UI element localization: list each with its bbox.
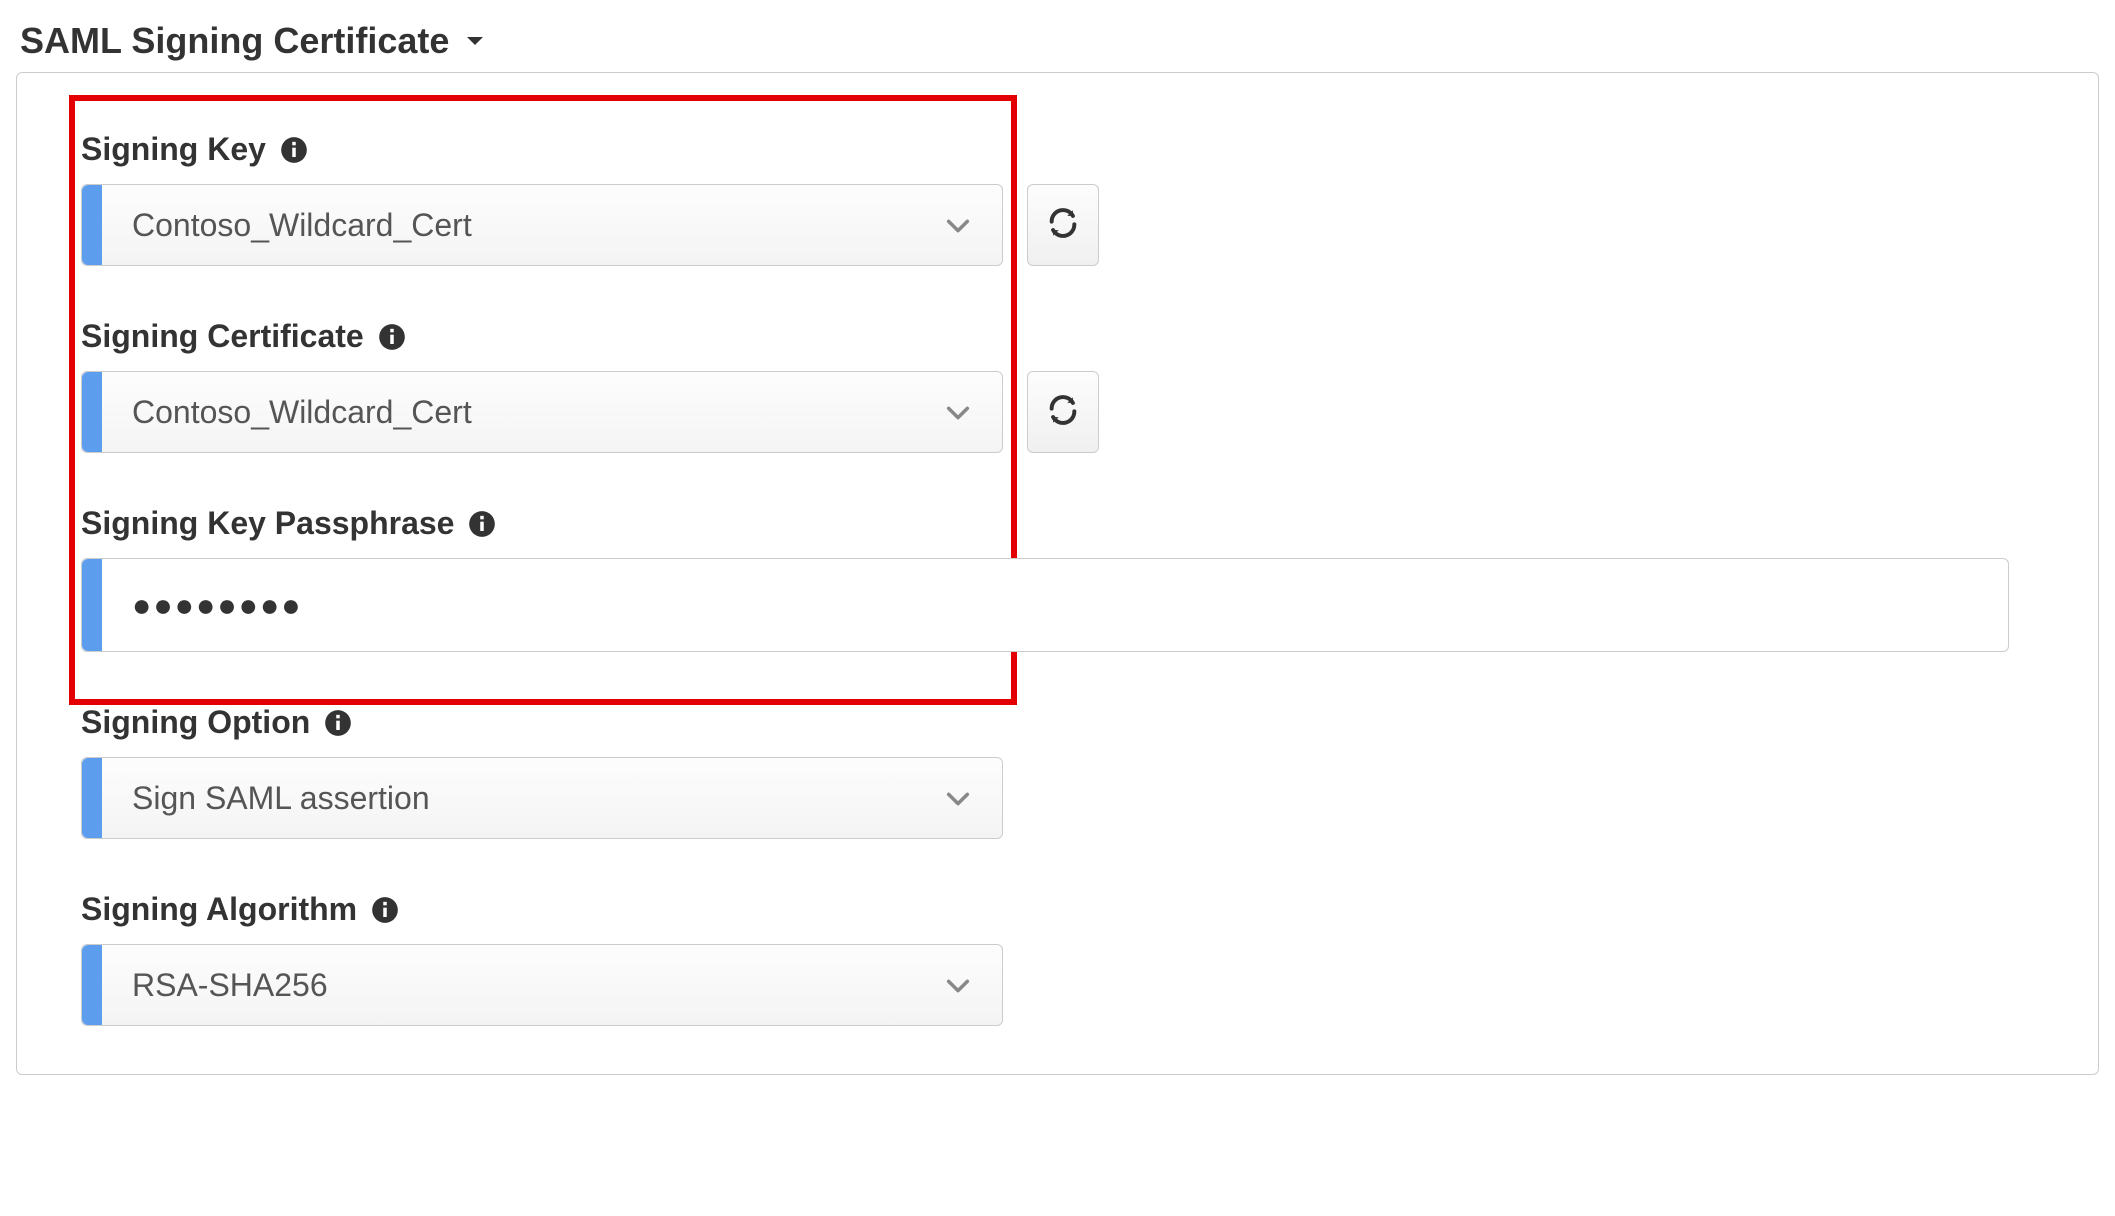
blue-indicator — [82, 758, 102, 838]
select-signing-algorithm[interactable]: RSA-SHA256 — [81, 944, 1003, 1026]
refresh-signing-certificate-button[interactable] — [1027, 371, 1099, 453]
select-value-signing-certificate: Contoso_Wildcard_Cert — [132, 394, 472, 431]
info-icon[interactable] — [378, 323, 406, 351]
chevron-down-icon — [944, 971, 972, 999]
caret-down-icon — [463, 20, 487, 62]
input-signing-key-passphrase[interactable]: ●●●●●●●● — [81, 558, 2009, 652]
field-signing-certificate: Signing Certificate Contoso_Wildcard_Cer… — [81, 318, 2046, 453]
info-icon[interactable] — [468, 510, 496, 538]
label-signing-option: Signing Option — [81, 704, 2046, 741]
info-icon[interactable] — [371, 896, 399, 924]
select-signing-key[interactable]: Contoso_Wildcard_Cert — [81, 184, 1003, 266]
info-icon[interactable] — [280, 136, 308, 164]
field-signing-algorithm: Signing Algorithm RSA-SHA256 — [81, 891, 2046, 1026]
label-text-signing-certificate: Signing Certificate — [81, 318, 364, 355]
chevron-down-icon — [944, 784, 972, 812]
field-signing-key: Signing Key Contoso_Wildcard_Cert — [81, 131, 2046, 266]
blue-indicator — [82, 945, 102, 1025]
refresh-icon — [1046, 393, 1080, 432]
section-header[interactable]: SAML Signing Certificate — [16, 20, 2099, 62]
label-text-signing-key: Signing Key — [81, 131, 266, 168]
label-text-signing-option: Signing Option — [81, 704, 310, 741]
section-panel: Signing Key Contoso_Wildcard_Cert — [16, 72, 2099, 1075]
blue-indicator — [82, 559, 102, 651]
blue-indicator — [82, 372, 102, 452]
blue-indicator — [82, 185, 102, 265]
refresh-icon — [1046, 206, 1080, 245]
field-signing-option: Signing Option Sign SAML assertion — [81, 704, 2046, 839]
select-value-signing-option: Sign SAML assertion — [132, 780, 430, 817]
label-signing-algorithm: Signing Algorithm — [81, 891, 2046, 928]
select-value-signing-key: Contoso_Wildcard_Cert — [132, 207, 472, 244]
section-title: SAML Signing Certificate — [20, 20, 449, 62]
label-text-signing-key-passphrase: Signing Key Passphrase — [81, 505, 454, 542]
refresh-signing-key-button[interactable] — [1027, 184, 1099, 266]
field-signing-key-passphrase: Signing Key Passphrase ●●●●●●●● — [81, 505, 2046, 652]
chevron-down-icon — [944, 211, 972, 239]
select-signing-certificate[interactable]: Contoso_Wildcard_Cert — [81, 371, 1003, 453]
input-value-signing-key-passphrase: ●●●●●●●● — [132, 587, 303, 624]
label-text-signing-algorithm: Signing Algorithm — [81, 891, 357, 928]
select-signing-option[interactable]: Sign SAML assertion — [81, 757, 1003, 839]
label-signing-key: Signing Key — [81, 131, 2046, 168]
info-icon[interactable] — [324, 709, 352, 737]
chevron-down-icon — [944, 398, 972, 426]
label-signing-key-passphrase: Signing Key Passphrase — [81, 505, 2046, 542]
select-value-signing-algorithm: RSA-SHA256 — [132, 967, 328, 1004]
label-signing-certificate: Signing Certificate — [81, 318, 2046, 355]
